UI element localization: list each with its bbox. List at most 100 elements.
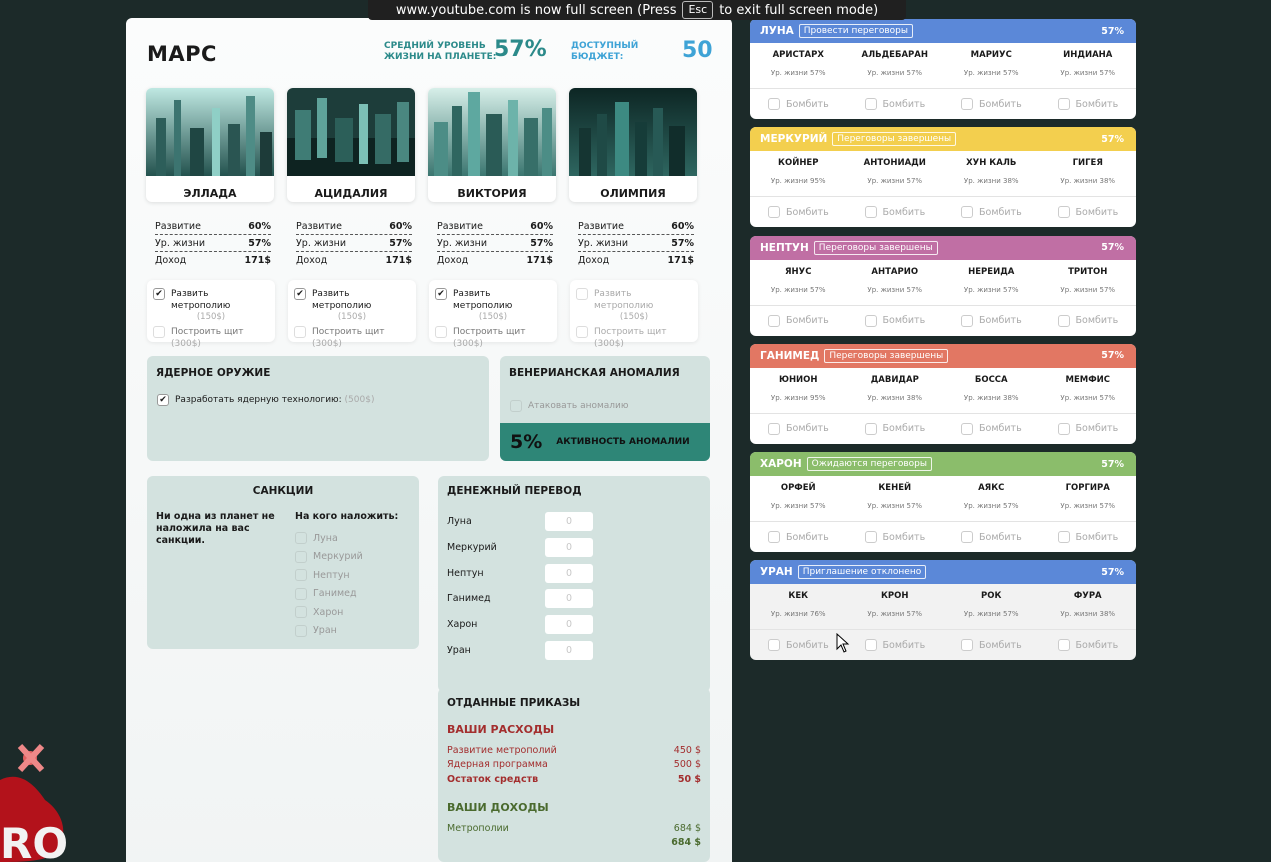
bomb-checkbox[interactable] (1057, 639, 1070, 652)
bomb-option[interactable]: Бомбить (943, 422, 1040, 435)
sanction-checkbox[interactable] (295, 569, 307, 582)
bomb-checkbox[interactable] (961, 531, 973, 544)
negotiation-status-button[interactable]: Приглашение отклонено (797, 565, 927, 580)
bomb-checkbox[interactable] (1057, 531, 1070, 544)
city-stats-olimpia: Развитие 60% Ур. жизни 57% Доход 171$ (578, 218, 694, 269)
bomb-checkbox[interactable] (768, 314, 780, 327)
develop-metropolis-checkbox[interactable]: ✔ (435, 288, 447, 300)
develop-metropolis-option[interactable]: ✔ Развить метрополию (153, 288, 269, 312)
planet-city: ГОРГИРА Ур. жизни 57% (1040, 476, 1137, 521)
bomb-option[interactable]: Бомбить (750, 206, 847, 219)
negotiation-status-button[interactable]: Переговоры завершены (832, 132, 957, 147)
bomb-checkbox[interactable] (1057, 314, 1070, 327)
bomb-option[interactable]: Бомбить (1040, 422, 1137, 435)
develop-metropolis-checkbox[interactable]: ✔ (294, 288, 306, 300)
bomb-option[interactable]: Бомбить (847, 531, 944, 544)
planet-city-life: Ур. жизни 95% (770, 393, 826, 402)
bomb-option[interactable]: Бомбить (847, 314, 944, 327)
sanction-checkbox[interactable] (295, 624, 307, 637)
sanction-target-ganymede[interactable]: Ганимед (295, 585, 363, 604)
bomb-checkbox[interactable] (768, 531, 780, 544)
build-shield-checkbox[interactable] (153, 326, 165, 338)
bomb-checkbox[interactable] (864, 314, 877, 327)
develop-metropolis-option[interactable]: ✔ Развить метрополию (435, 288, 551, 312)
build-shield-option[interactable]: Построить щит (300$) (576, 326, 692, 350)
bomb-checkbox[interactable] (1057, 98, 1070, 110)
build-shield-option[interactable]: Построить щит (300$) (435, 326, 551, 350)
transfer-amount-input[interactable]: 0 (545, 512, 593, 532)
bomb-checkbox[interactable] (961, 639, 973, 652)
city-image (569, 88, 697, 176)
transfer-amount-input[interactable]: 0 (545, 563, 593, 583)
develop-nuclear-option[interactable]: ✔ Разработать ядерную технологию: (500$) (157, 394, 374, 406)
bomb-option[interactable]: Бомбить (943, 206, 1040, 219)
bomb-option[interactable]: Бомбить (750, 98, 847, 110)
negotiation-status-button[interactable]: Ожидаются переговоры (806, 457, 932, 472)
build-shield-checkbox[interactable] (435, 326, 447, 338)
bomb-checkbox[interactable] (961, 314, 973, 327)
planet-life-percent: 57% (1101, 458, 1124, 470)
bomb-checkbox[interactable] (768, 206, 780, 219)
sanction-checkbox[interactable] (295, 532, 307, 545)
build-shield-checkbox[interactable] (294, 326, 306, 338)
bomb-checkbox[interactable] (961, 206, 973, 219)
attack-anomaly-checkbox[interactable] (510, 400, 522, 412)
negotiation-status-button[interactable]: Провести переговоры (798, 24, 913, 38)
bomb-checkbox[interactable] (864, 206, 877, 219)
bomb-option[interactable]: Бомбить (750, 531, 847, 544)
bomb-checkbox[interactable] (768, 639, 780, 652)
bomb-option[interactable]: Бомбить (943, 531, 1040, 544)
attack-anomaly-option[interactable]: Атаковать аномалию (510, 400, 628, 412)
planet-city-life: Ур. жизни 57% (867, 502, 923, 511)
bomb-checkbox[interactable] (864, 639, 877, 652)
bomb-option[interactable]: Бомбить (1040, 531, 1137, 544)
sanction-target-mercury[interactable]: Меркурий (295, 548, 363, 567)
bomb-checkbox[interactable] (768, 422, 780, 435)
bomb-option[interactable]: Бомбить (943, 98, 1040, 110)
transfer-amount-input[interactable]: 0 (545, 538, 593, 558)
bomb-option[interactable]: Бомбить (847, 422, 944, 435)
bomb-option[interactable]: Бомбить (1040, 639, 1137, 652)
bomb-option[interactable]: Бомбить (1040, 206, 1137, 219)
bomb-checkbox[interactable] (864, 531, 877, 544)
transfer-amount-input[interactable]: 0 (545, 615, 593, 635)
bomb-option[interactable]: Бомбить (1040, 314, 1137, 327)
bomb-option[interactable]: Бомбить (750, 314, 847, 327)
sanction-checkbox[interactable] (295, 550, 307, 563)
build-shield-option[interactable]: Построить щит (300$) (153, 326, 269, 350)
sanction-checkbox[interactable] (295, 587, 307, 600)
bomb-option[interactable]: Бомбить (847, 206, 944, 219)
build-shield-checkbox[interactable] (576, 326, 588, 338)
bomb-checkbox[interactable] (961, 98, 973, 110)
bomb-option[interactable]: Бомбить (750, 639, 847, 652)
bomb-option[interactable]: Бомбить (847, 98, 944, 110)
bomb-option[interactable]: Бомбить (1040, 98, 1137, 110)
develop-metropolis-checkbox[interactable] (576, 288, 588, 300)
bomb-checkbox[interactable] (864, 98, 877, 110)
bomb-checkbox[interactable] (864, 422, 877, 435)
bomb-checkbox[interactable] (1057, 422, 1070, 435)
planet-city-life: Ур. жизни 57% (963, 69, 1019, 77)
develop-metropolis-checkbox[interactable]: ✔ (153, 288, 165, 300)
bomb-option[interactable]: Бомбить (847, 639, 944, 652)
negotiation-status-button[interactable]: Переговоры завершены (824, 348, 949, 363)
bomb-checkbox[interactable] (768, 98, 780, 110)
transfer-amount-input[interactable]: 0 (545, 589, 593, 609)
bomb-option[interactable]: Бомбить (943, 639, 1040, 652)
sanction-target-charon[interactable]: Харон (295, 603, 363, 622)
bomb-checkbox[interactable] (1057, 206, 1070, 219)
develop-metropolis-option[interactable]: ✔ Развить метрополию (294, 288, 410, 312)
develop-nuclear-checkbox[interactable]: ✔ (157, 394, 169, 406)
bomb-option[interactable]: Бомбить (943, 314, 1040, 327)
bomb-checkbox[interactable] (961, 422, 973, 435)
sanction-target-uranus[interactable]: Уран (295, 622, 363, 641)
build-shield-option[interactable]: Построить щит (300$) (294, 326, 410, 350)
transfer-amount-input[interactable]: 0 (545, 640, 593, 660)
negotiation-status-button[interactable]: Переговоры завершены (813, 240, 938, 255)
develop-metropolis-option[interactable]: Развить метрополию (576, 288, 692, 312)
sanction-target-luna[interactable]: Луна (295, 529, 363, 548)
sanction-checkbox[interactable] (295, 606, 307, 619)
bomb-option[interactable]: Бомбить (750, 422, 847, 435)
anomaly-activity-bar: 5% АКТИВНОСТЬ АНОМАЛИИ (500, 423, 710, 461)
sanction-target-neptune[interactable]: Нептун (295, 566, 363, 585)
